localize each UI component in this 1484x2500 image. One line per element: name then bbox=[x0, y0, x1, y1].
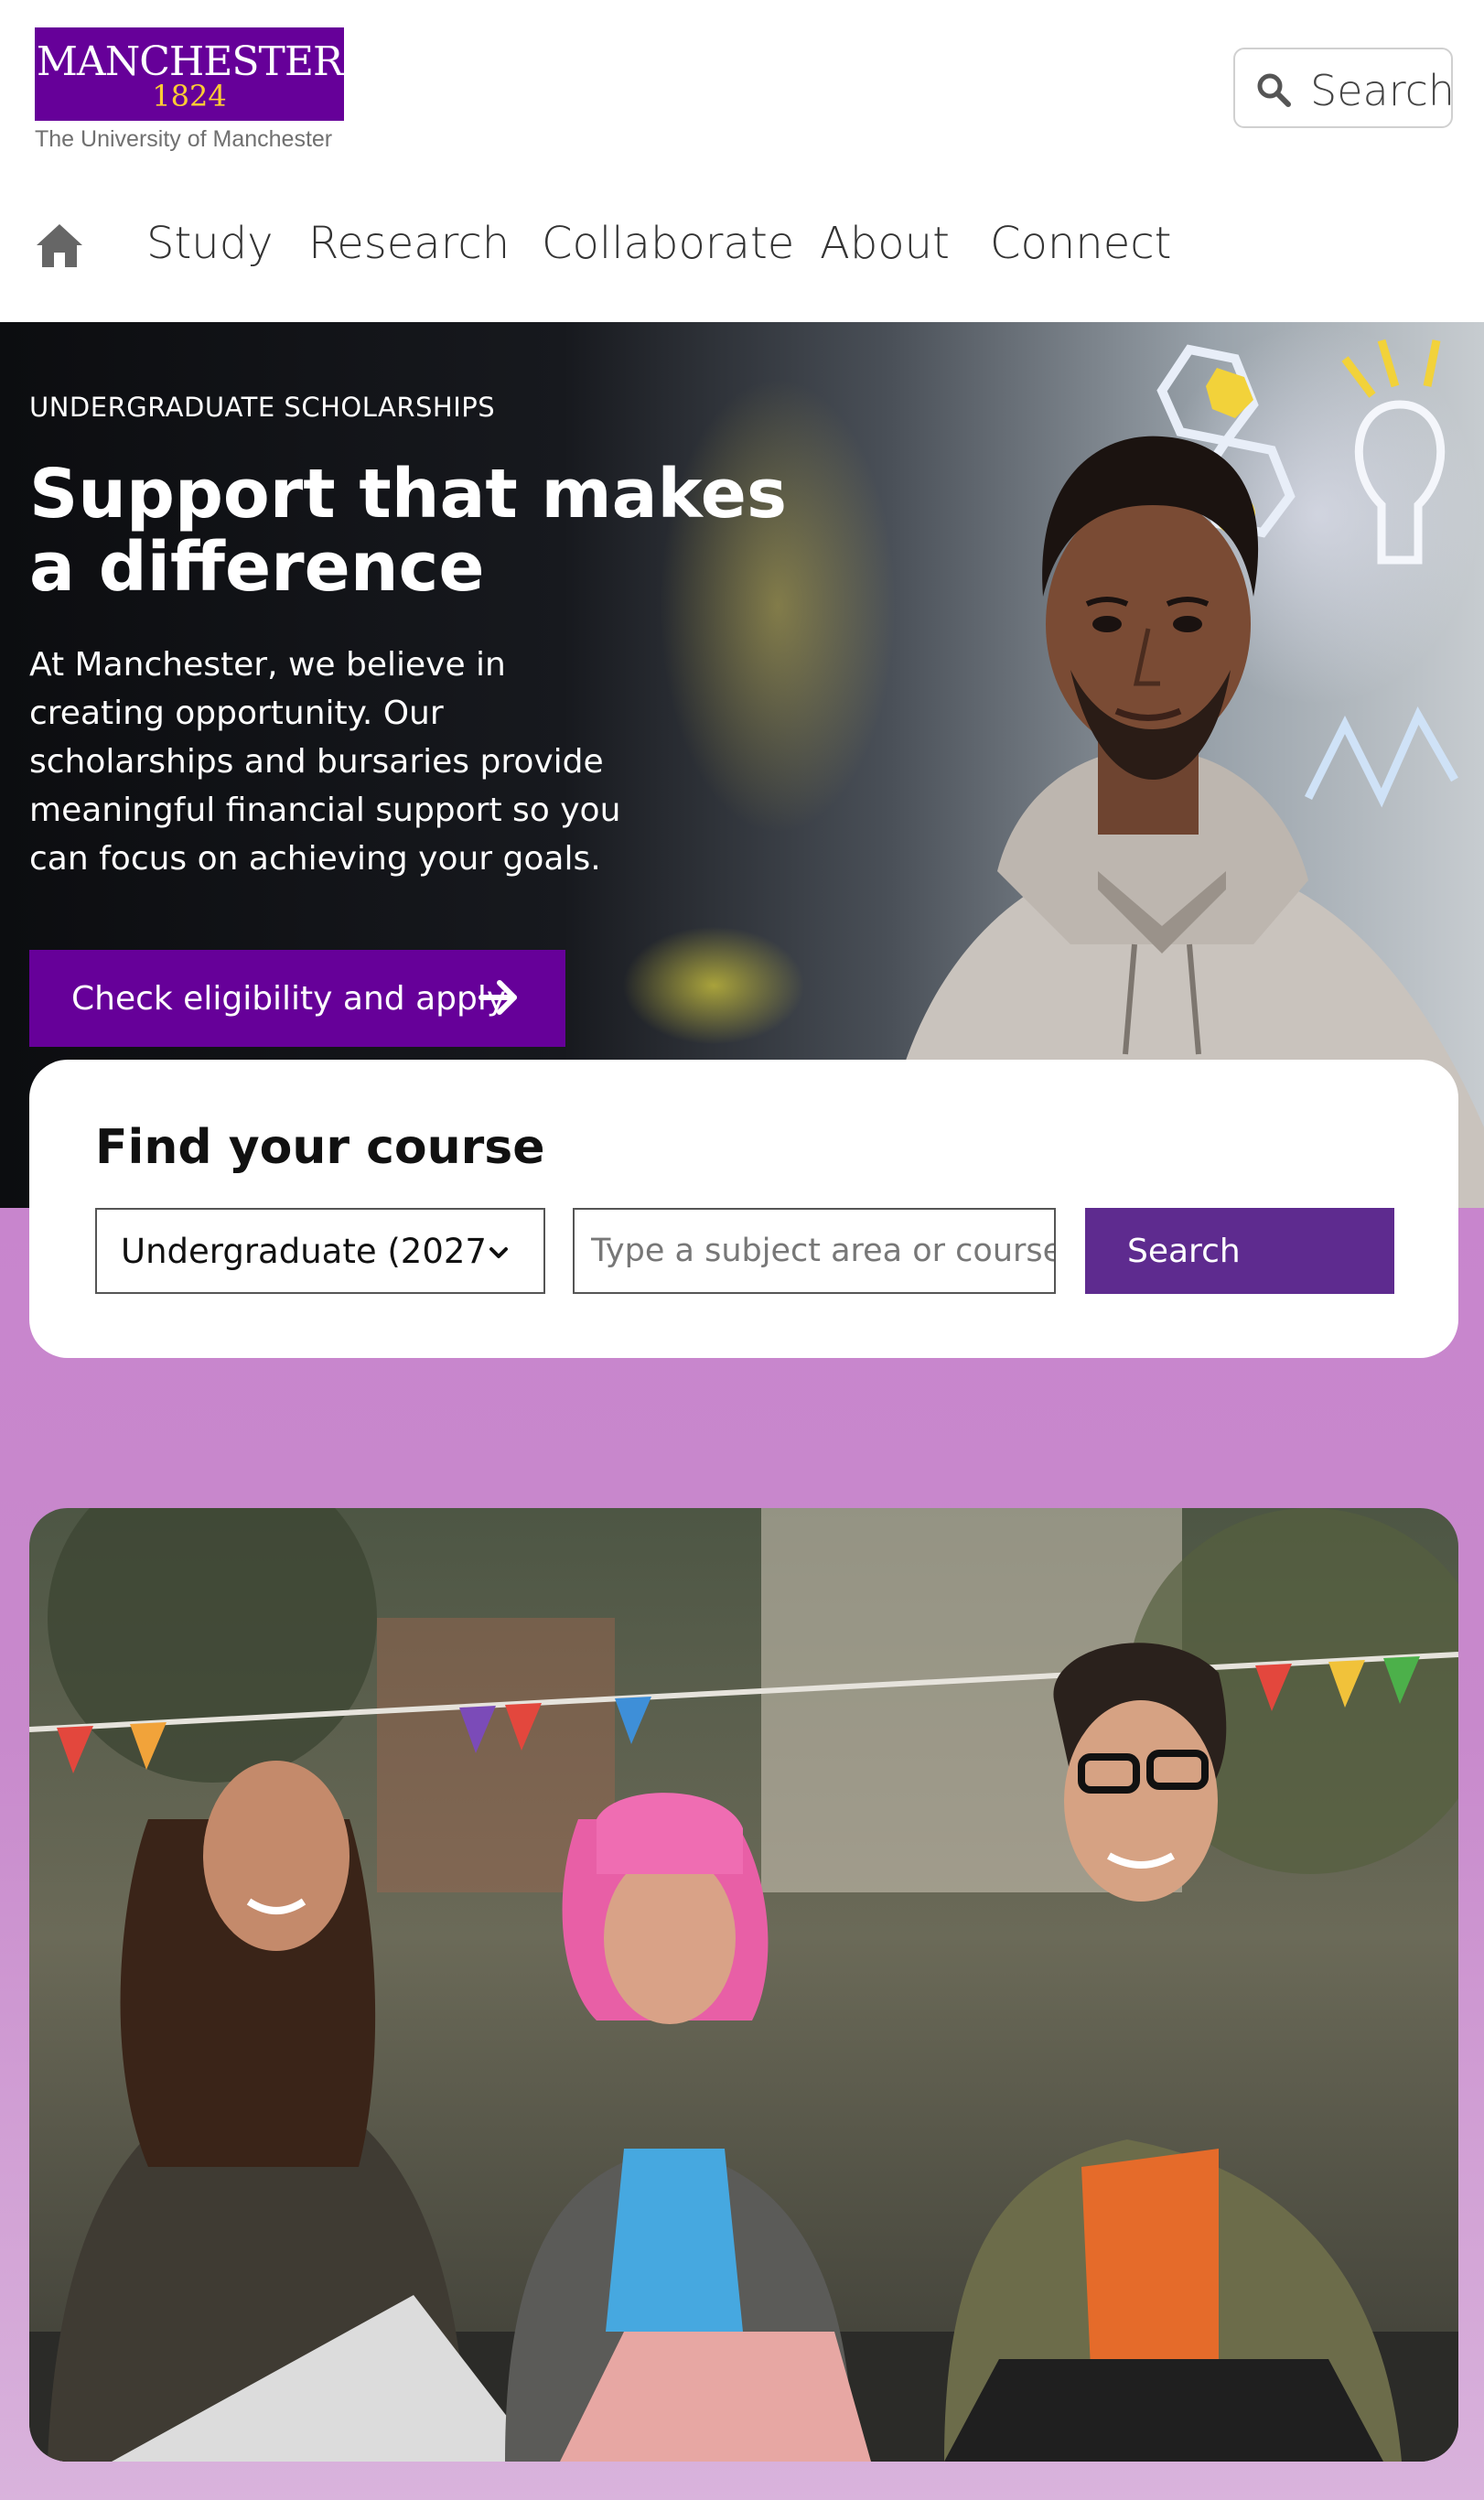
arrow-right-icon bbox=[479, 980, 517, 1015]
students-photo-image bbox=[29, 1508, 1458, 2462]
find-course-title: Find your course bbox=[95, 1120, 545, 1175]
study-level-select[interactable]: Undergraduate (2027 bbox=[95, 1208, 545, 1294]
nav-item-research[interactable]: Research bbox=[308, 218, 510, 269]
logo-year: 1824 bbox=[152, 79, 227, 113]
nav-item-collaborate[interactable]: Collaborate bbox=[542, 218, 794, 269]
university-logo[interactable]: MANCHESTER 1824 bbox=[35, 27, 344, 121]
hero-body: At Manchester, we believe in creating op… bbox=[29, 646, 621, 878]
main-nav: Study Research Collaborate About Connect bbox=[0, 203, 1484, 286]
find-course-panel: Find your course Undergraduate (2027 Sea… bbox=[29, 1060, 1458, 1358]
hero-light-decoration bbox=[622, 926, 805, 1045]
students-photo bbox=[29, 1508, 1458, 2462]
hero-title: Support that makes a difference bbox=[29, 455, 788, 607]
site-header: MANCHESTER 1824 The University of Manche… bbox=[0, 0, 1484, 322]
course-search-input[interactable] bbox=[573, 1208, 1056, 1294]
course-search-button[interactable]: Search bbox=[1085, 1208, 1394, 1294]
nav-item-connect[interactable]: Connect bbox=[990, 218, 1171, 269]
logo-subtitle: The University of Manchester bbox=[35, 126, 333, 152]
nav-item-about[interactable]: About bbox=[820, 218, 950, 269]
nav-item-study[interactable]: Study bbox=[146, 218, 274, 269]
home-icon[interactable] bbox=[35, 221, 84, 269]
search-icon bbox=[1257, 73, 1291, 107]
cta-label: Check eligibility and apply bbox=[71, 979, 507, 1018]
check-eligibility-button[interactable]: Check eligibility and apply bbox=[29, 950, 565, 1047]
course-search-label: Search bbox=[1127, 1232, 1241, 1270]
hero-eyebrow: UNDERGRADUATE SCHOLARSHIPS bbox=[29, 392, 496, 423]
study-level-value: Undergraduate (2027 bbox=[121, 1232, 487, 1271]
header-search-label: Search bbox=[1310, 66, 1456, 115]
chevron-down-icon bbox=[489, 1247, 508, 1258]
header-search-button[interactable]: Search bbox=[1233, 48, 1456, 128]
